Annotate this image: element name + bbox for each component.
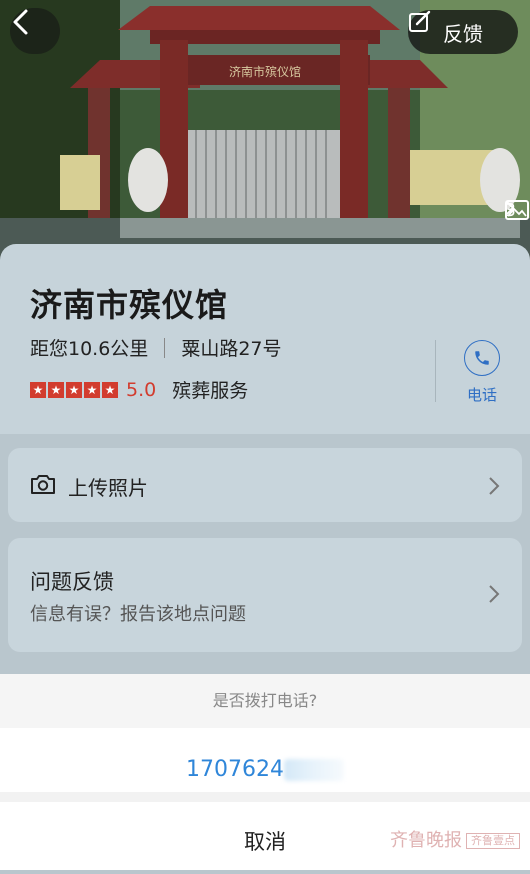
chevron-left-icon [13, 9, 28, 35]
phone-icon [464, 340, 500, 376]
star-icon: ★ [48, 381, 64, 398]
phone-divider [435, 340, 436, 402]
star-icon: ★ [84, 381, 100, 398]
feedback-button[interactable]: 反馈 [408, 10, 518, 54]
place-photo[interactable]: 济南市殡仪馆 反馈 3 [0, 0, 530, 260]
place-info-card: 济南市殡仪馆 距您10.6公里 粟山路27号 ★ ★ ★ ★ ★ 5.0 殡葬服… [0, 244, 530, 434]
report-issue-title: 问题反馈 [30, 570, 114, 594]
gate-sign-text: 济南市殡仪馆 [229, 64, 301, 79]
watermark-badge: 齐鲁壹点 [466, 833, 520, 849]
chevron-right-icon [505, 201, 514, 215]
edit-icon [409, 10, 431, 32]
back-button[interactable] [10, 8, 60, 54]
star-icon: ★ [30, 381, 46, 398]
rating-score: 5.0 [126, 378, 157, 401]
distance-text: 距您10.6公里 [30, 338, 149, 360]
rating-row: ★ ★ ★ ★ ★ 5.0 殡葬服务 [30, 376, 248, 403]
phone-number: 1707624 [186, 757, 284, 782]
watermark-logo: 齐鲁晚报 齐鲁壹点 [390, 826, 520, 852]
camera-icon [31, 475, 55, 494]
category-text: 殡葬服务 [172, 380, 249, 402]
place-name: 济南市殡仪馆 [30, 286, 229, 324]
report-issue-subtitle: 信息有误？报告该地点问题 [30, 604, 246, 625]
address-text[interactable]: 粟山路27号 [181, 334, 281, 361]
chevron-right-icon [489, 585, 500, 603]
star-icon: ★ [66, 381, 82, 398]
call-label: 电话 [466, 386, 497, 404]
call-button[interactable]: 电话 [462, 340, 502, 405]
sheet-separator [0, 792, 530, 802]
feedback-label: 反馈 [443, 21, 483, 46]
place-meta: 距您10.6公里 粟山路27号 [30, 334, 282, 361]
upload-photo-label: 上传照片 [68, 476, 148, 500]
star-icon: ★ [102, 381, 118, 398]
dial-prompt: 是否拨打电话? [0, 674, 530, 728]
meta-divider [164, 337, 166, 358]
watermark-text: 齐鲁晚报 [390, 830, 462, 851]
report-issue-button[interactable]: 问题反馈 信息有误？报告该地点问题 [8, 538, 522, 652]
photo-gallery-link[interactable]: 3 [504, 200, 529, 221]
redacted-digits [283, 759, 344, 781]
chevron-right-icon [489, 477, 500, 495]
upload-photo-button[interactable]: 上传照片 [8, 448, 522, 522]
